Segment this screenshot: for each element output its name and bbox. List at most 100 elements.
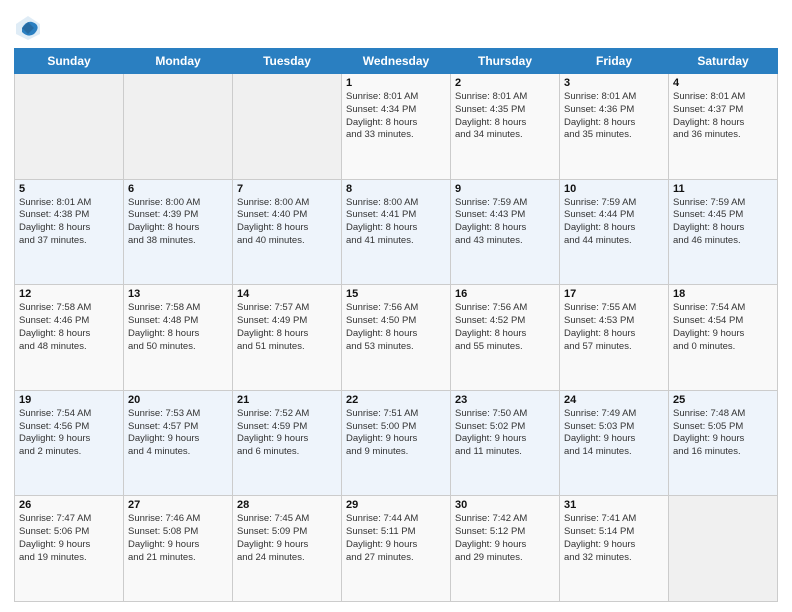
weekday-header-tuesday: Tuesday — [233, 49, 342, 74]
day-number: 14 — [237, 288, 337, 300]
day-info: Sunrise: 7:57 AM Sunset: 4:49 PM Dayligh… — [237, 302, 337, 353]
calendar-cell: 16 Sunrise: 7:56 AM Sunset: 4:52 PM Dayli… — [451, 285, 560, 391]
calendar-cell: 31 Sunrise: 7:41 AM Sunset: 5:14 PM Dayli… — [560, 496, 669, 602]
day-info: Sunrise: 7:44 AM Sunset: 5:11 PM Dayligh… — [346, 513, 446, 564]
calendar-cell: 20 Sunrise: 7:53 AM Sunset: 4:57 PM Dayli… — [124, 390, 233, 496]
weekday-header-wednesday: Wednesday — [342, 49, 451, 74]
day-info: Sunrise: 8:00 AM Sunset: 4:40 PM Dayligh… — [237, 197, 337, 248]
calendar-cell: 10 Sunrise: 7:59 AM Sunset: 4:44 PM Dayli… — [560, 179, 669, 285]
day-info: Sunrise: 7:52 AM Sunset: 4:59 PM Dayligh… — [237, 408, 337, 459]
day-info: Sunrise: 7:41 AM Sunset: 5:14 PM Dayligh… — [564, 513, 664, 564]
day-number: 28 — [237, 499, 337, 511]
calendar-cell — [124, 74, 233, 180]
day-info: Sunrise: 8:01 AM Sunset: 4:36 PM Dayligh… — [564, 91, 664, 142]
weekday-header-sunday: Sunday — [15, 49, 124, 74]
calendar-cell: 3 Sunrise: 8:01 AM Sunset: 4:36 PM Daylig… — [560, 74, 669, 180]
calendar-cell: 18Sunrise: 7:54 AM Sunset: 4:54 PM Dayli… — [669, 285, 778, 391]
day-number: 17 — [564, 288, 664, 300]
day-info: Sunrise: 7:56 AM Sunset: 4:52 PM Dayligh… — [455, 302, 555, 353]
day-info: Sunrise: 7:53 AM Sunset: 4:57 PM Dayligh… — [128, 408, 228, 459]
header — [14, 10, 778, 42]
day-number: 2 — [455, 77, 555, 89]
day-info: Sunrise: 7:54 AM Sunset: 4:56 PM Dayligh… — [19, 408, 119, 459]
calendar-cell: 27 Sunrise: 7:46 AM Sunset: 5:08 PM Dayli… — [124, 496, 233, 602]
day-info: Sunrise: 7:59 AM Sunset: 4:45 PM Dayligh… — [673, 197, 773, 248]
calendar-cell: 21Sunrise: 7:52 AM Sunset: 4:59 PM Dayli… — [233, 390, 342, 496]
day-number: 22 — [346, 394, 446, 406]
calendar-cell: 19Sunrise: 7:54 AM Sunset: 4:56 PM Dayli… — [15, 390, 124, 496]
day-number: 11 — [673, 183, 773, 195]
day-number: 23 — [455, 394, 555, 406]
day-info: Sunrise: 7:48 AM Sunset: 5:05 PM Dayligh… — [673, 408, 773, 459]
weekday-header-saturday: Saturday — [669, 49, 778, 74]
day-number: 29 — [346, 499, 446, 511]
day-number: 4 — [673, 77, 773, 89]
calendar-cell: 5 Sunrise: 8:01 AM Sunset: 4:38 PM Daylig… — [15, 179, 124, 285]
day-number: 12 — [19, 288, 119, 300]
day-number: 3 — [564, 77, 664, 89]
day-info: Sunrise: 8:01 AM Sunset: 4:38 PM Dayligh… — [19, 197, 119, 248]
calendar-cell: 26 Sunrise: 7:47 AM Sunset: 5:06 PM Dayli… — [15, 496, 124, 602]
day-info: Sunrise: 8:01 AM Sunset: 4:34 PM Dayligh… — [346, 91, 446, 142]
day-info: Sunrise: 7:55 AM Sunset: 4:53 PM Dayligh… — [564, 302, 664, 353]
calendar-cell: 7Sunrise: 8:00 AM Sunset: 4:40 PM Daylig… — [233, 179, 342, 285]
day-info: Sunrise: 7:54 AM Sunset: 4:54 PM Dayligh… — [673, 302, 773, 353]
day-info: Sunrise: 8:01 AM Sunset: 4:35 PM Dayligh… — [455, 91, 555, 142]
calendar-week-3: 12 Sunrise: 7:58 AM Sunset: 4:46 PM Dayli… — [15, 285, 778, 391]
calendar-cell: 30Sunrise: 7:42 AM Sunset: 5:12 PM Dayli… — [451, 496, 560, 602]
calendar-cell — [15, 74, 124, 180]
day-info: Sunrise: 8:00 AM Sunset: 4:39 PM Dayligh… — [128, 197, 228, 248]
calendar-week-1: 1 Sunrise: 8:01 AM Sunset: 4:34 PM Daylig… — [15, 74, 778, 180]
day-number: 10 — [564, 183, 664, 195]
day-number: 9 — [455, 183, 555, 195]
calendar-cell: 12 Sunrise: 7:58 AM Sunset: 4:46 PM Dayli… — [15, 285, 124, 391]
day-info: Sunrise: 8:01 AM Sunset: 4:37 PM Dayligh… — [673, 91, 773, 142]
calendar-cell: 25 Sunrise: 7:48 AM Sunset: 5:05 PM Dayli… — [669, 390, 778, 496]
day-number: 27 — [128, 499, 228, 511]
calendar-cell: 8Sunrise: 8:00 AM Sunset: 4:41 PM Daylig… — [342, 179, 451, 285]
day-info: Sunrise: 8:00 AM Sunset: 4:41 PM Dayligh… — [346, 197, 446, 248]
calendar-cell: 28 Sunrise: 7:45 AM Sunset: 5:09 PM Dayli… — [233, 496, 342, 602]
day-number: 30 — [455, 499, 555, 511]
day-info: Sunrise: 7:46 AM Sunset: 5:08 PM Dayligh… — [128, 513, 228, 564]
day-info: Sunrise: 7:59 AM Sunset: 4:44 PM Dayligh… — [564, 197, 664, 248]
calendar-cell: 22 Sunrise: 7:51 AM Sunset: 5:00 PM Dayli… — [342, 390, 451, 496]
calendar-cell: 13Sunrise: 7:58 AM Sunset: 4:48 PM Dayli… — [124, 285, 233, 391]
day-number: 5 — [19, 183, 119, 195]
day-number: 31 — [564, 499, 664, 511]
day-info: Sunrise: 7:59 AM Sunset: 4:43 PM Dayligh… — [455, 197, 555, 248]
calendar-week-4: 19Sunrise: 7:54 AM Sunset: 4:56 PM Dayli… — [15, 390, 778, 496]
page: SundayMondayTuesdayWednesdayThursdayFrid… — [0, 0, 792, 612]
day-number: 24 — [564, 394, 664, 406]
calendar-cell: 23 Sunrise: 7:50 AM Sunset: 5:02 PM Dayli… — [451, 390, 560, 496]
day-info: Sunrise: 7:49 AM Sunset: 5:03 PM Dayligh… — [564, 408, 664, 459]
calendar-cell: 15 Sunrise: 7:56 AM Sunset: 4:50 PM Dayli… — [342, 285, 451, 391]
day-number: 6 — [128, 183, 228, 195]
day-number: 16 — [455, 288, 555, 300]
day-number: 1 — [346, 77, 446, 89]
calendar-table: SundayMondayTuesdayWednesdayThursdayFrid… — [14, 48, 778, 602]
calendar-cell: 9 Sunrise: 7:59 AM Sunset: 4:43 PM Daylig… — [451, 179, 560, 285]
calendar-cell: 24 Sunrise: 7:49 AM Sunset: 5:03 PM Dayli… — [560, 390, 669, 496]
calendar-week-2: 5 Sunrise: 8:01 AM Sunset: 4:38 PM Daylig… — [15, 179, 778, 285]
day-info: Sunrise: 7:45 AM Sunset: 5:09 PM Dayligh… — [237, 513, 337, 564]
calendar-cell: 1 Sunrise: 8:01 AM Sunset: 4:34 PM Daylig… — [342, 74, 451, 180]
day-info: Sunrise: 7:56 AM Sunset: 4:50 PM Dayligh… — [346, 302, 446, 353]
calendar-cell: 14 Sunrise: 7:57 AM Sunset: 4:49 PM Dayli… — [233, 285, 342, 391]
day-info: Sunrise: 7:47 AM Sunset: 5:06 PM Dayligh… — [19, 513, 119, 564]
weekday-header-thursday: Thursday — [451, 49, 560, 74]
weekday-header-monday: Monday — [124, 49, 233, 74]
calendar-cell — [669, 496, 778, 602]
day-number: 20 — [128, 394, 228, 406]
day-info: Sunrise: 7:51 AM Sunset: 5:00 PM Dayligh… — [346, 408, 446, 459]
day-number: 26 — [19, 499, 119, 511]
calendar-cell: 6 Sunrise: 8:00 AM Sunset: 4:39 PM Daylig… — [124, 179, 233, 285]
day-number: 25 — [673, 394, 773, 406]
day-info: Sunrise: 7:58 AM Sunset: 4:46 PM Dayligh… — [19, 302, 119, 353]
calendar-cell: 11 Sunrise: 7:59 AM Sunset: 4:45 PM Dayli… — [669, 179, 778, 285]
day-number: 13 — [128, 288, 228, 300]
calendar-cell: 2 Sunrise: 8:01 AM Sunset: 4:35 PM Daylig… — [451, 74, 560, 180]
day-number: 15 — [346, 288, 446, 300]
weekday-header-friday: Friday — [560, 49, 669, 74]
day-info: Sunrise: 7:50 AM Sunset: 5:02 PM Dayligh… — [455, 408, 555, 459]
